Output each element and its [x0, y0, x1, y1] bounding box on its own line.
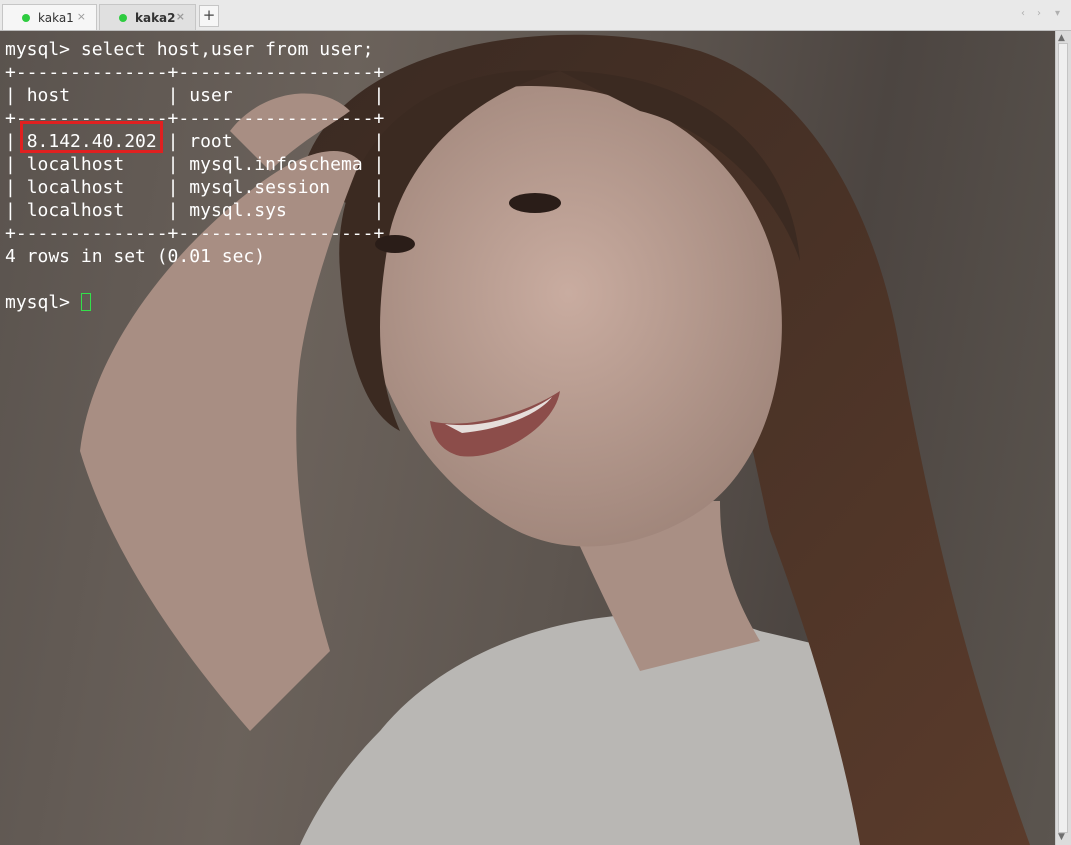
result-summary: 4 rows in set (0.01 sec) [5, 246, 266, 267]
terminal-window: kaka1 × kaka2 × + ‹ › ▾ mysql> select ho… [0, 0, 1071, 845]
cell-user: mysql.session [189, 177, 331, 198]
column-header-host: host [26, 85, 71, 106]
text-cursor [81, 293, 91, 311]
scroll-down-icon[interactable]: ▼ [1058, 832, 1065, 842]
connection-status-icon [119, 13, 127, 22]
tab-label: kaka2 [135, 10, 176, 25]
terminal-output[interactable]: mysql> select host,user from user; +----… [0, 31, 1055, 845]
close-icon[interactable]: × [77, 10, 86, 23]
scroll-up-icon[interactable]: ▲ [1058, 33, 1065, 43]
scroll-tabs-right-icon[interactable]: › [1037, 8, 1041, 19]
cell-user: mysql.infoschema [189, 154, 363, 175]
close-icon[interactable]: × [176, 10, 185, 23]
command-line: mysql> select host,user from user; [5, 39, 374, 60]
new-tab-button[interactable]: + [199, 5, 219, 27]
scroll-thumb[interactable] [1058, 43, 1068, 833]
table-border-top: +--------------+------------------+ [5, 62, 385, 83]
connection-status-icon [22, 13, 30, 22]
vertical-scrollbar[interactable]: ▲ ▼ [1055, 31, 1071, 845]
terminal-text: mysql> select host,user from user; +----… [5, 39, 385, 313]
column-header-user: user [189, 85, 233, 106]
tab-bar: kaka1 × kaka2 × + ‹ › ▾ [0, 0, 1071, 31]
cell-user: root [189, 131, 233, 152]
highlight-box [20, 121, 163, 153]
prompt: mysql> [5, 292, 81, 313]
tab-kaka1[interactable]: kaka1 × [2, 4, 97, 30]
cell-host: localhost [26, 200, 125, 221]
cell-host: localhost [26, 177, 125, 198]
scroll-tabs-left-icon[interactable]: ‹ [1021, 8, 1025, 19]
cell-host: localhost [26, 154, 125, 175]
cell-user: mysql.sys [189, 200, 287, 221]
tab-label: kaka1 [38, 10, 74, 25]
table-border-bottom: +--------------+------------------+ [5, 223, 385, 244]
tab-kaka2[interactable]: kaka2 × [99, 4, 196, 30]
tab-menu-icon[interactable]: ▾ [1055, 8, 1060, 19]
